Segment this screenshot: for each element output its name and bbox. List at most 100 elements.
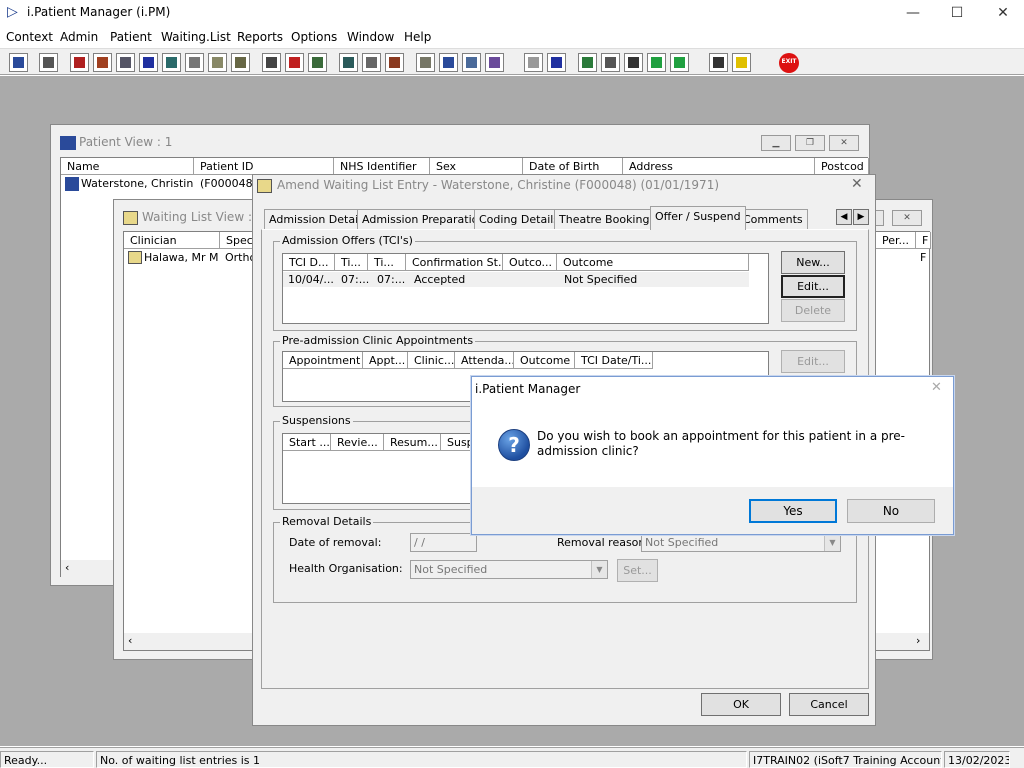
list-icon[interactable] xyxy=(308,53,327,72)
col-address[interactable]: Address xyxy=(623,158,815,175)
pre-col-clinic[interactable]: Clinic... xyxy=(408,352,455,369)
col-name[interactable]: Name xyxy=(61,158,194,175)
menu-help[interactable]: Help xyxy=(404,30,431,44)
entry-row-specialty[interactable]: Ortho xyxy=(225,251,255,264)
ok-button[interactable]: OK xyxy=(701,693,781,716)
exit-icon[interactable]: EXIT xyxy=(779,53,799,73)
tab-offer-suspend[interactable]: Offer / Suspend xyxy=(650,206,746,230)
waiting-list-close[interactable]: ✕ xyxy=(892,210,922,226)
clock-icon[interactable] xyxy=(285,53,304,72)
patient-view-minimize[interactable]: ▁ xyxy=(761,135,791,151)
page-icon[interactable] xyxy=(524,53,543,72)
tci-col-outcome[interactable]: Outcome xyxy=(557,254,749,271)
menu-context[interactable]: Context xyxy=(6,30,53,44)
tab-scroll-left[interactable]: ◀ xyxy=(836,209,852,225)
pre-col-appt[interactable]: Appt... xyxy=(363,352,408,369)
m-icon[interactable] xyxy=(139,53,158,72)
health-organisation-select[interactable]: Not Specified ▼ xyxy=(410,560,608,579)
confirm-dialog-close[interactable]: ✕ xyxy=(931,380,942,395)
tab-coding-details[interactable]: Coding Details xyxy=(474,209,565,229)
mail-icon[interactable] xyxy=(601,53,620,72)
chevron-down-icon[interactable]: ▼ xyxy=(824,534,840,551)
susp-col-resume[interactable]: Resum... xyxy=(384,434,441,451)
import-icon[interactable] xyxy=(647,53,666,72)
col-sex[interactable]: Sex xyxy=(430,158,523,175)
col-postcode[interactable]: Postcod xyxy=(815,158,869,175)
transport-icon[interactable] xyxy=(231,53,250,72)
patient-view-restore[interactable]: ❐ xyxy=(795,135,825,151)
warning-icon[interactable] xyxy=(732,53,751,72)
globe-icon[interactable] xyxy=(578,53,597,72)
amend-dialog-close[interactable]: ✕ xyxy=(851,176,863,192)
patient-view-close[interactable]: ✕ xyxy=(829,135,859,151)
tci-delete-button[interactable]: Delete xyxy=(781,299,845,322)
tci-col-time2[interactable]: Ti... xyxy=(368,254,406,271)
patient-row-id[interactable]: (F000048) xyxy=(200,177,260,190)
removal-reason-select[interactable]: Not Specified ▼ xyxy=(641,533,841,552)
menu-reports[interactable]: Reports xyxy=(237,30,283,44)
date-of-removal-input[interactable]: / / xyxy=(410,533,477,552)
form-icon[interactable] xyxy=(116,53,135,72)
person-icon[interactable] xyxy=(162,53,181,72)
menu-options[interactable]: Options xyxy=(291,30,337,44)
tab-admission-preparation[interactable]: Admission Preparation xyxy=(357,209,491,229)
health-organisation-set-button[interactable]: Set... xyxy=(617,559,658,582)
export-icon[interactable] xyxy=(670,53,689,72)
find-icon[interactable] xyxy=(262,53,281,72)
tab-comments[interactable]: Comments xyxy=(738,209,808,229)
tab-scroll-right[interactable]: ▶ xyxy=(853,209,869,225)
col-f[interactable]: F xyxy=(916,232,931,249)
chevron-down-icon[interactable]: ▼ xyxy=(591,561,607,578)
tci-col-confirmation[interactable]: Confirmation St... xyxy=(406,254,503,271)
minimize-button[interactable]: — xyxy=(890,0,936,26)
patient-list-hscroll[interactable]: ‹ xyxy=(61,560,121,577)
no-button[interactable]: No xyxy=(847,499,935,523)
doc-icon[interactable] xyxy=(362,53,381,72)
check-icon[interactable] xyxy=(624,53,643,72)
menu-waiting-list[interactable]: Waiting.List xyxy=(161,30,231,44)
book-icon[interactable] xyxy=(70,53,89,72)
notes-icon[interactable] xyxy=(185,53,204,72)
waiting-scroll-right-icon[interactable]: › xyxy=(916,634,920,647)
col-dob[interactable]: Date of Birth xyxy=(523,158,623,175)
menu-patient[interactable]: Patient xyxy=(110,30,152,44)
entry-row-f[interactable]: F xyxy=(920,251,930,264)
susp-col-review[interactable]: Revie... xyxy=(331,434,384,451)
pre-col-appointment[interactable]: Appointment xyxy=(283,352,363,369)
ward-icon[interactable] xyxy=(462,53,481,72)
dial-icon[interactable] xyxy=(385,53,404,72)
waiting-scroll-left-icon[interactable]: ‹ xyxy=(128,634,132,647)
referral-icon[interactable] xyxy=(208,53,227,72)
patient-icon[interactable] xyxy=(9,53,28,72)
pre-col-tci-date[interactable]: TCI Date/Ti... xyxy=(575,352,653,369)
tab-admission-details[interactable]: Admission Details xyxy=(264,209,372,229)
patient-row-name[interactable]: Waterstone, Christine... xyxy=(81,177,193,190)
tci-new-button[interactable]: New... xyxy=(781,251,845,274)
folder-icon[interactable] xyxy=(93,53,112,72)
close-button[interactable]: ✕ xyxy=(980,0,1024,26)
tci-col-outcome-code[interactable]: Outco... xyxy=(503,254,557,271)
tab-theatre-bookings[interactable]: Theatre Bookings xyxy=(554,209,661,229)
waiting-icon[interactable] xyxy=(439,53,458,72)
entry-row-clinician[interactable]: Halawa, Mr M xyxy=(144,251,220,264)
chart-icon[interactable] xyxy=(339,53,358,72)
tci-col-time1[interactable]: Ti... xyxy=(335,254,368,271)
pre-col-outcome[interactable]: Outcome xyxy=(514,352,575,369)
print-icon[interactable] xyxy=(39,53,58,72)
menu-window[interactable]: Window xyxy=(347,30,394,44)
transfer-icon[interactable] xyxy=(709,53,728,72)
menu-admin[interactable]: Admin xyxy=(60,30,98,44)
bed-icon[interactable] xyxy=(485,53,504,72)
pre-col-attendance[interactable]: Attenda... xyxy=(455,352,514,369)
col-patient-id[interactable]: Patient ID xyxy=(194,158,334,175)
maximize-button[interactable]: ☐ xyxy=(934,0,980,26)
col-nhs-identifier[interactable]: NHS Identifier xyxy=(334,158,430,175)
bar-chart-icon[interactable] xyxy=(547,53,566,72)
col-period[interactable]: Per... xyxy=(876,232,916,249)
scroll-left-arrow-icon[interactable]: ‹ xyxy=(65,561,69,574)
tci-row-selected[interactable]: 10/04/... 07:... 07:... Accepted Not Spe… xyxy=(283,272,749,287)
col-clinician[interactable]: Clinician xyxy=(124,232,220,249)
tci-col-date[interactable]: TCI D... xyxy=(283,254,335,271)
preadmission-edit-button[interactable]: Edit... xyxy=(781,350,845,373)
letter-icon[interactable] xyxy=(416,53,435,72)
